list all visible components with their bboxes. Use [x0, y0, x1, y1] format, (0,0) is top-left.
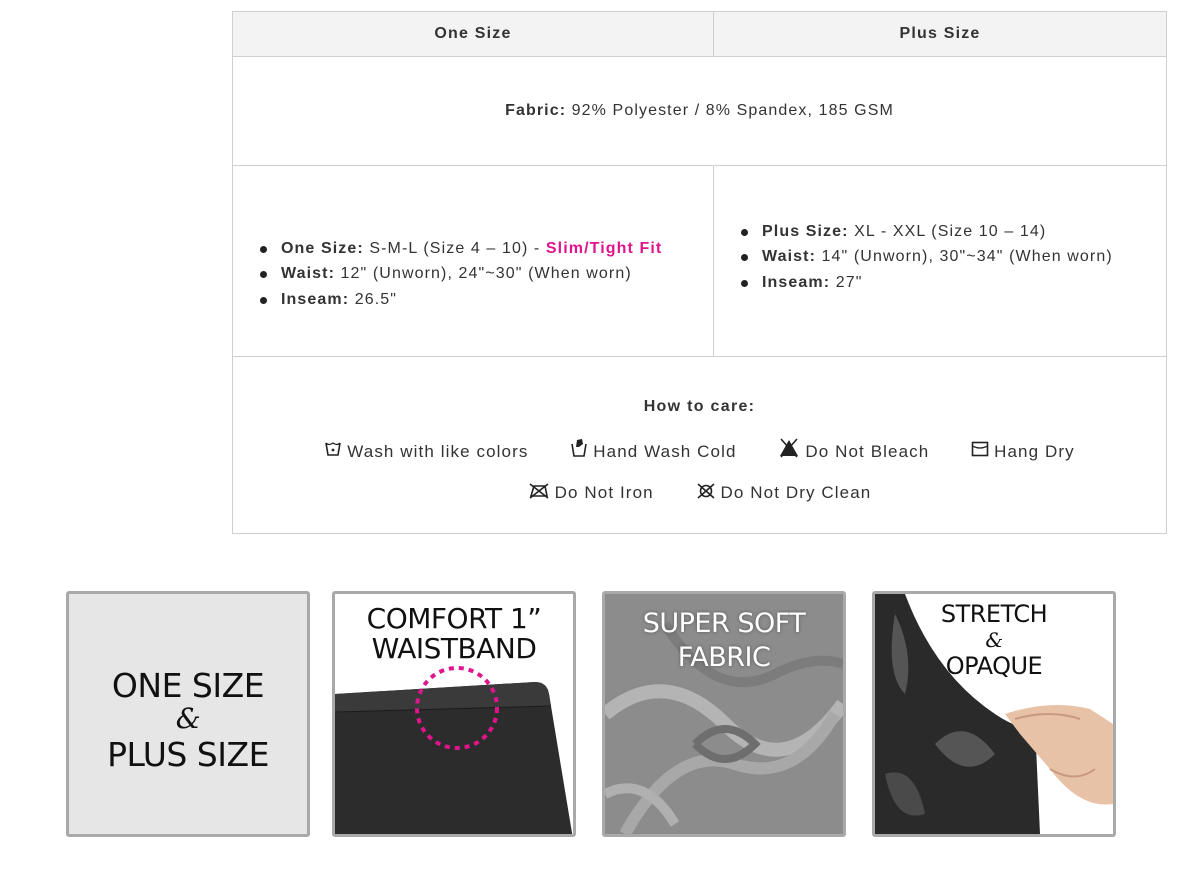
one-size-label: One Size:: [281, 239, 364, 257]
tile-stretch-opaque: STRETCH & OPAQUE: [872, 591, 1116, 837]
tile-text-line: &: [985, 628, 1003, 652]
size-spec-table: One Size Plus Size Fabric: 92% Polyester…: [232, 11, 1167, 534]
list-item: Inseam: 26.5": [260, 287, 713, 313]
hand-wash-icon: [570, 438, 588, 463]
care-label: Do Not Dry Clean: [720, 483, 872, 502]
list-item: Inseam: 27": [741, 270, 1166, 296]
tile-text-line: PLUS SIZE: [107, 735, 269, 774]
waist-value: 14" (Unworn), 30"~34" (When worn): [816, 248, 1113, 266]
tile-one-plus-size: ONE SIZE & PLUS SIZE: [66, 591, 310, 837]
care-row: How to care: Wash with like colors Hand …: [232, 356, 1167, 534]
waist-label: Waist:: [762, 248, 817, 266]
care-label: Hand Wash Cold: [593, 442, 737, 461]
tile-text-line: &: [175, 702, 201, 735]
care-title: How to care:: [643, 398, 756, 415]
care-label: Hang Dry: [994, 442, 1075, 461]
care-item-hang-dry: Hang Dry: [971, 440, 1075, 463]
header-one-size: One Size: [232, 11, 714, 57]
tile-text-line: WAISTBAND: [371, 632, 537, 665]
feature-tiles: ONE SIZE & PLUS SIZE COMFORT 1” WAISTBAN…: [66, 591, 1120, 841]
plus-size-details: Plus Size: XL - XXL (Size 10 – 14) Waist…: [713, 165, 1167, 357]
plus-size-value: XL - XXL (Size 10 – 14): [848, 222, 1047, 240]
inseam-label: Inseam:: [762, 273, 831, 291]
wash-tub-icon: [324, 440, 342, 463]
care-label: Do Not Iron: [554, 483, 654, 502]
fabric-cell: Fabric: 92% Polyester / 8% Spandex, 185 …: [232, 56, 1167, 166]
care-item-no-bleach: Do Not Bleach: [778, 438, 929, 463]
inseam-value: 27": [830, 273, 863, 291]
fabric-row: Fabric: 92% Polyester / 8% Spandex, 185 …: [232, 56, 1167, 166]
header-plus-size: Plus Size: [713, 11, 1167, 57]
tile-text-line: FABRIC: [677, 642, 771, 673]
waist-label: Waist:: [281, 265, 336, 283]
list-item: Plus Size: XL - XXL (Size 10 – 14): [741, 219, 1166, 245]
list-item: One Size: S-M-L (Size 4 – 10) - Slim/Tig…: [260, 236, 713, 262]
no-dry-clean-icon: [696, 483, 716, 504]
inseam-label: Inseam:: [281, 290, 350, 308]
table-header-row: One Size Plus Size: [232, 11, 1167, 57]
care-instructions-row: Do Not Iron Do Not Dry Clean: [234, 483, 1165, 504]
size-row: One Size: S-M-L (Size 4 – 10) - Slim/Tig…: [232, 165, 1167, 357]
tile-soft-fabric: SUPER SOFT FABRIC: [602, 591, 846, 837]
plus-size-label: Plus Size:: [762, 222, 849, 240]
fabric-value: 92% Polyester / 8% Spandex, 185 GSM: [566, 102, 894, 119]
waist-value: 12" (Unworn), 24"~30" (When worn): [335, 265, 632, 283]
no-iron-icon: [528, 483, 550, 504]
no-bleach-icon: [778, 438, 800, 463]
tile-text-line: SUPER SOFT: [642, 608, 806, 639]
tile-text-line: STRETCH: [940, 600, 1048, 628]
care-label: Wash with like colors: [347, 442, 529, 461]
hang-dry-icon: [971, 440, 989, 463]
care-instructions-row: Wash with like colors Hand Wash Cold Do …: [234, 438, 1165, 463]
fit-label: Slim/Tight Fit: [545, 239, 663, 257]
care-item-no-iron: Do Not Iron: [528, 483, 654, 504]
one-size-details: One Size: S-M-L (Size 4 – 10) - Slim/Tig…: [232, 165, 714, 357]
fabric-label: Fabric:: [505, 102, 567, 119]
care-label: Do Not Bleach: [805, 442, 930, 461]
tile-text-line: COMFORT 1”: [366, 602, 542, 635]
care-item-wash: Wash with like colors: [324, 440, 528, 463]
list-item: Waist: 14" (Unworn), 30"~34" (When worn): [741, 244, 1166, 270]
one-size-list: One Size: S-M-L (Size 4 – 10) - Slim/Tig…: [255, 236, 713, 313]
one-size-value: S-M-L (Size 4 – 10) -: [363, 239, 546, 257]
inseam-value: 26.5": [349, 290, 398, 308]
tile-waistband: COMFORT 1” WAISTBAND: [332, 591, 576, 837]
care-item-no-dry-clean: Do Not Dry Clean: [696, 483, 872, 504]
care-cell: How to care: Wash with like colors Hand …: [232, 356, 1167, 534]
tile-text-line: ONE SIZE: [111, 666, 265, 705]
care-item-hand-wash: Hand Wash Cold: [570, 438, 736, 463]
list-item: Waist: 12" (Unworn), 24"~30" (When worn): [260, 261, 713, 287]
plus-size-list: Plus Size: XL - XXL (Size 10 – 14) Waist…: [736, 219, 1166, 296]
tile-text-line: OPAQUE: [945, 652, 1043, 680]
